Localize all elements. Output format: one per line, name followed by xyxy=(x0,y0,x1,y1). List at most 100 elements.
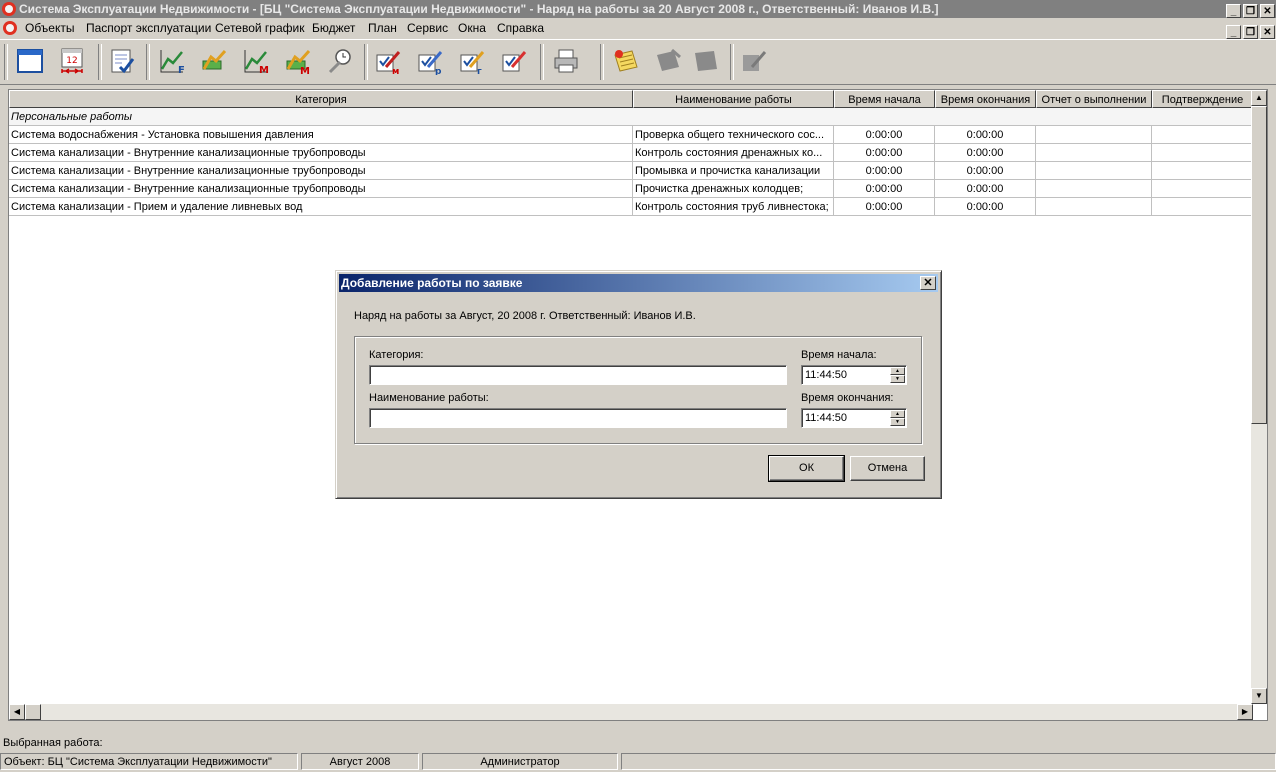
menu-plan[interactable]: План xyxy=(368,18,397,38)
table-row[interactable]: Система водоснабжения - Установка повыше… xyxy=(9,126,1253,144)
toolbar-disabled-button-2[interactable] xyxy=(688,44,724,78)
menu-service[interactable]: Сервис xyxy=(407,18,448,38)
mdi-close-icon[interactable]: ✕ xyxy=(1260,25,1275,39)
menu-network-schedule[interactable]: Сетевой график xyxy=(215,18,304,38)
dialog-fields-group: Категория: Время начала: 11:44:50 ▲ ▼ Наи… xyxy=(354,336,922,444)
toolbar-document-button[interactable] xyxy=(104,44,140,78)
end-time-value: 11:44:50 xyxy=(805,412,848,424)
spin-up-icon[interactable]: ▲ xyxy=(890,410,905,418)
work-name-input[interactable] xyxy=(369,408,787,428)
toolbar-chart-f-button[interactable]: F xyxy=(154,44,190,78)
app-logo-icon[interactable] xyxy=(2,2,16,16)
scroll-up-icon[interactable]: ▲ xyxy=(1251,90,1267,106)
cell-start-time: 0:00:00 xyxy=(834,198,935,216)
menu-objects[interactable]: Объекты xyxy=(25,18,75,38)
cell-confirmation xyxy=(1152,180,1253,198)
toolbar-edit-red-button[interactable] xyxy=(496,44,532,78)
toolbar-edit-p-button[interactable]: р xyxy=(412,44,448,78)
toolbar-chart-m-button[interactable]: M xyxy=(238,44,274,78)
edit-red-icon xyxy=(502,51,527,72)
column-header-start-time[interactable]: Время начала xyxy=(834,90,935,108)
vertical-scroll-thumb[interactable] xyxy=(1251,106,1267,424)
add-work-dialog: Добавление работы по заявке ✕ Наряд на р… xyxy=(335,270,942,499)
category-input[interactable] xyxy=(369,365,787,385)
toolbar-edit-g-button[interactable]: г xyxy=(454,44,490,78)
toolbar-separator xyxy=(4,44,8,80)
cell-end-time: 0:00:00 xyxy=(935,126,1036,144)
spin-down-icon[interactable]: ▼ xyxy=(890,375,905,383)
restore-icon[interactable]: ❐ xyxy=(1243,4,1258,18)
start-time-spinner[interactable]: ▲ ▼ xyxy=(890,367,905,383)
status-extra xyxy=(621,753,1276,770)
dialog-title-bar[interactable]: Добавление работы по заявке ✕ xyxy=(339,274,938,292)
toolbar-disabled-button-1[interactable] xyxy=(650,44,686,78)
ok-button[interactable]: ОК xyxy=(768,455,845,482)
selected-work-label: Выбранная работа: xyxy=(3,737,103,749)
close-icon[interactable]: ✕ xyxy=(1260,4,1275,18)
spin-up-icon[interactable]: ▲ xyxy=(890,367,905,375)
scroll-left-icon[interactable]: ◀ xyxy=(9,704,25,720)
cell-start-time: 0:00:00 xyxy=(834,144,935,162)
scroll-down-icon[interactable]: ▼ xyxy=(1251,688,1267,704)
mdi-app-icon[interactable] xyxy=(3,21,17,35)
cell-report xyxy=(1036,198,1152,216)
table-row[interactable]: Система канализации - Прием и удаление л… xyxy=(9,198,1253,216)
menu-help[interactable]: Справка xyxy=(497,18,544,38)
menu-windows[interactable]: Окна xyxy=(458,18,486,38)
column-header-category[interactable]: Категория xyxy=(9,90,633,108)
toolbar-window-button[interactable] xyxy=(12,44,48,78)
toolbar-clock-tools-button[interactable] xyxy=(322,44,358,78)
cell-end-time: 0:00:00 xyxy=(935,162,1036,180)
toolbar-calendar-button[interactable]: 12 xyxy=(54,44,90,78)
table-row[interactable]: Система канализации - Внутренние канализ… xyxy=(9,162,1253,180)
group-row-personal-works[interactable]: Персональные работы xyxy=(9,108,1253,126)
column-header-confirmation[interactable]: Подтверждение xyxy=(1152,90,1253,108)
cell-report xyxy=(1036,180,1152,198)
toolbar-chart-money-m-button[interactable]: M xyxy=(280,44,316,78)
chart-m-icon: M xyxy=(244,50,269,75)
cancel-button[interactable]: Отмена xyxy=(850,456,925,481)
edit-g-icon: г xyxy=(460,51,485,75)
toolbar-note-button[interactable] xyxy=(608,44,644,78)
horizontal-scroll-thumb[interactable] xyxy=(25,704,41,720)
svg-text:м: м xyxy=(392,67,399,75)
start-time-input[interactable]: 11:44:50 ▲ ▼ xyxy=(801,365,907,385)
horizontal-scrollbar[interactable]: ◀ ▶ xyxy=(9,704,1253,720)
dialog-close-icon[interactable]: ✕ xyxy=(920,276,936,290)
cell-report xyxy=(1036,162,1152,180)
svg-text:р: р xyxy=(435,67,442,75)
end-time-input[interactable]: 11:44:50 ▲ ▼ xyxy=(801,408,907,428)
mdi-restore-icon[interactable]: ❐ xyxy=(1243,25,1258,39)
cell-confirmation xyxy=(1152,144,1253,162)
printer-icon xyxy=(554,49,578,73)
column-header-report[interactable]: Отчет о выполнении xyxy=(1036,90,1152,108)
cell-start-time: 0:00:00 xyxy=(834,162,935,180)
toolbar: 12 F M M м р г xyxy=(0,39,1276,85)
end-time-spinner[interactable]: ▲ ▼ xyxy=(890,410,905,426)
toolbar-separator xyxy=(600,44,604,80)
menu-passport[interactable]: Паспорт эксплуатации xyxy=(86,18,211,38)
vertical-scrollbar[interactable]: ▲ ▼ xyxy=(1251,90,1267,704)
mdi-minimize-icon[interactable]: _ xyxy=(1226,25,1241,39)
svg-text:F: F xyxy=(178,65,185,75)
toolbar-disabled-check-button[interactable] xyxy=(736,44,772,78)
column-header-end-time[interactable]: Время окончания xyxy=(935,90,1036,108)
calendar-icon: 12 xyxy=(61,48,83,74)
table-row[interactable]: Система канализации - Внутренние канализ… xyxy=(9,180,1253,198)
cell-category: Система канализации - Внутренние канализ… xyxy=(9,180,633,198)
table-row[interactable]: Система канализации - Внутренние канализ… xyxy=(9,144,1253,162)
spin-down-icon[interactable]: ▼ xyxy=(890,418,905,426)
svg-text:12: 12 xyxy=(66,56,77,66)
toolbar-chart-money-button[interactable] xyxy=(196,44,232,78)
column-header-work-name[interactable]: Наименование работы xyxy=(633,90,834,108)
cell-end-time: 0:00:00 xyxy=(935,180,1036,198)
menu-budget[interactable]: Бюджет xyxy=(312,18,355,38)
toolbar-print-button[interactable] xyxy=(548,44,584,78)
document-check-icon xyxy=(111,49,135,74)
toolbar-edit-m-button[interactable]: м xyxy=(370,44,406,78)
minimize-icon[interactable]: _ xyxy=(1226,4,1241,18)
scroll-right-icon[interactable]: ▶ xyxy=(1237,704,1253,720)
status-period: Август 2008 xyxy=(301,753,419,770)
dialog-title: Добавление работы по заявке xyxy=(341,276,523,290)
cell-confirmation xyxy=(1152,198,1253,216)
